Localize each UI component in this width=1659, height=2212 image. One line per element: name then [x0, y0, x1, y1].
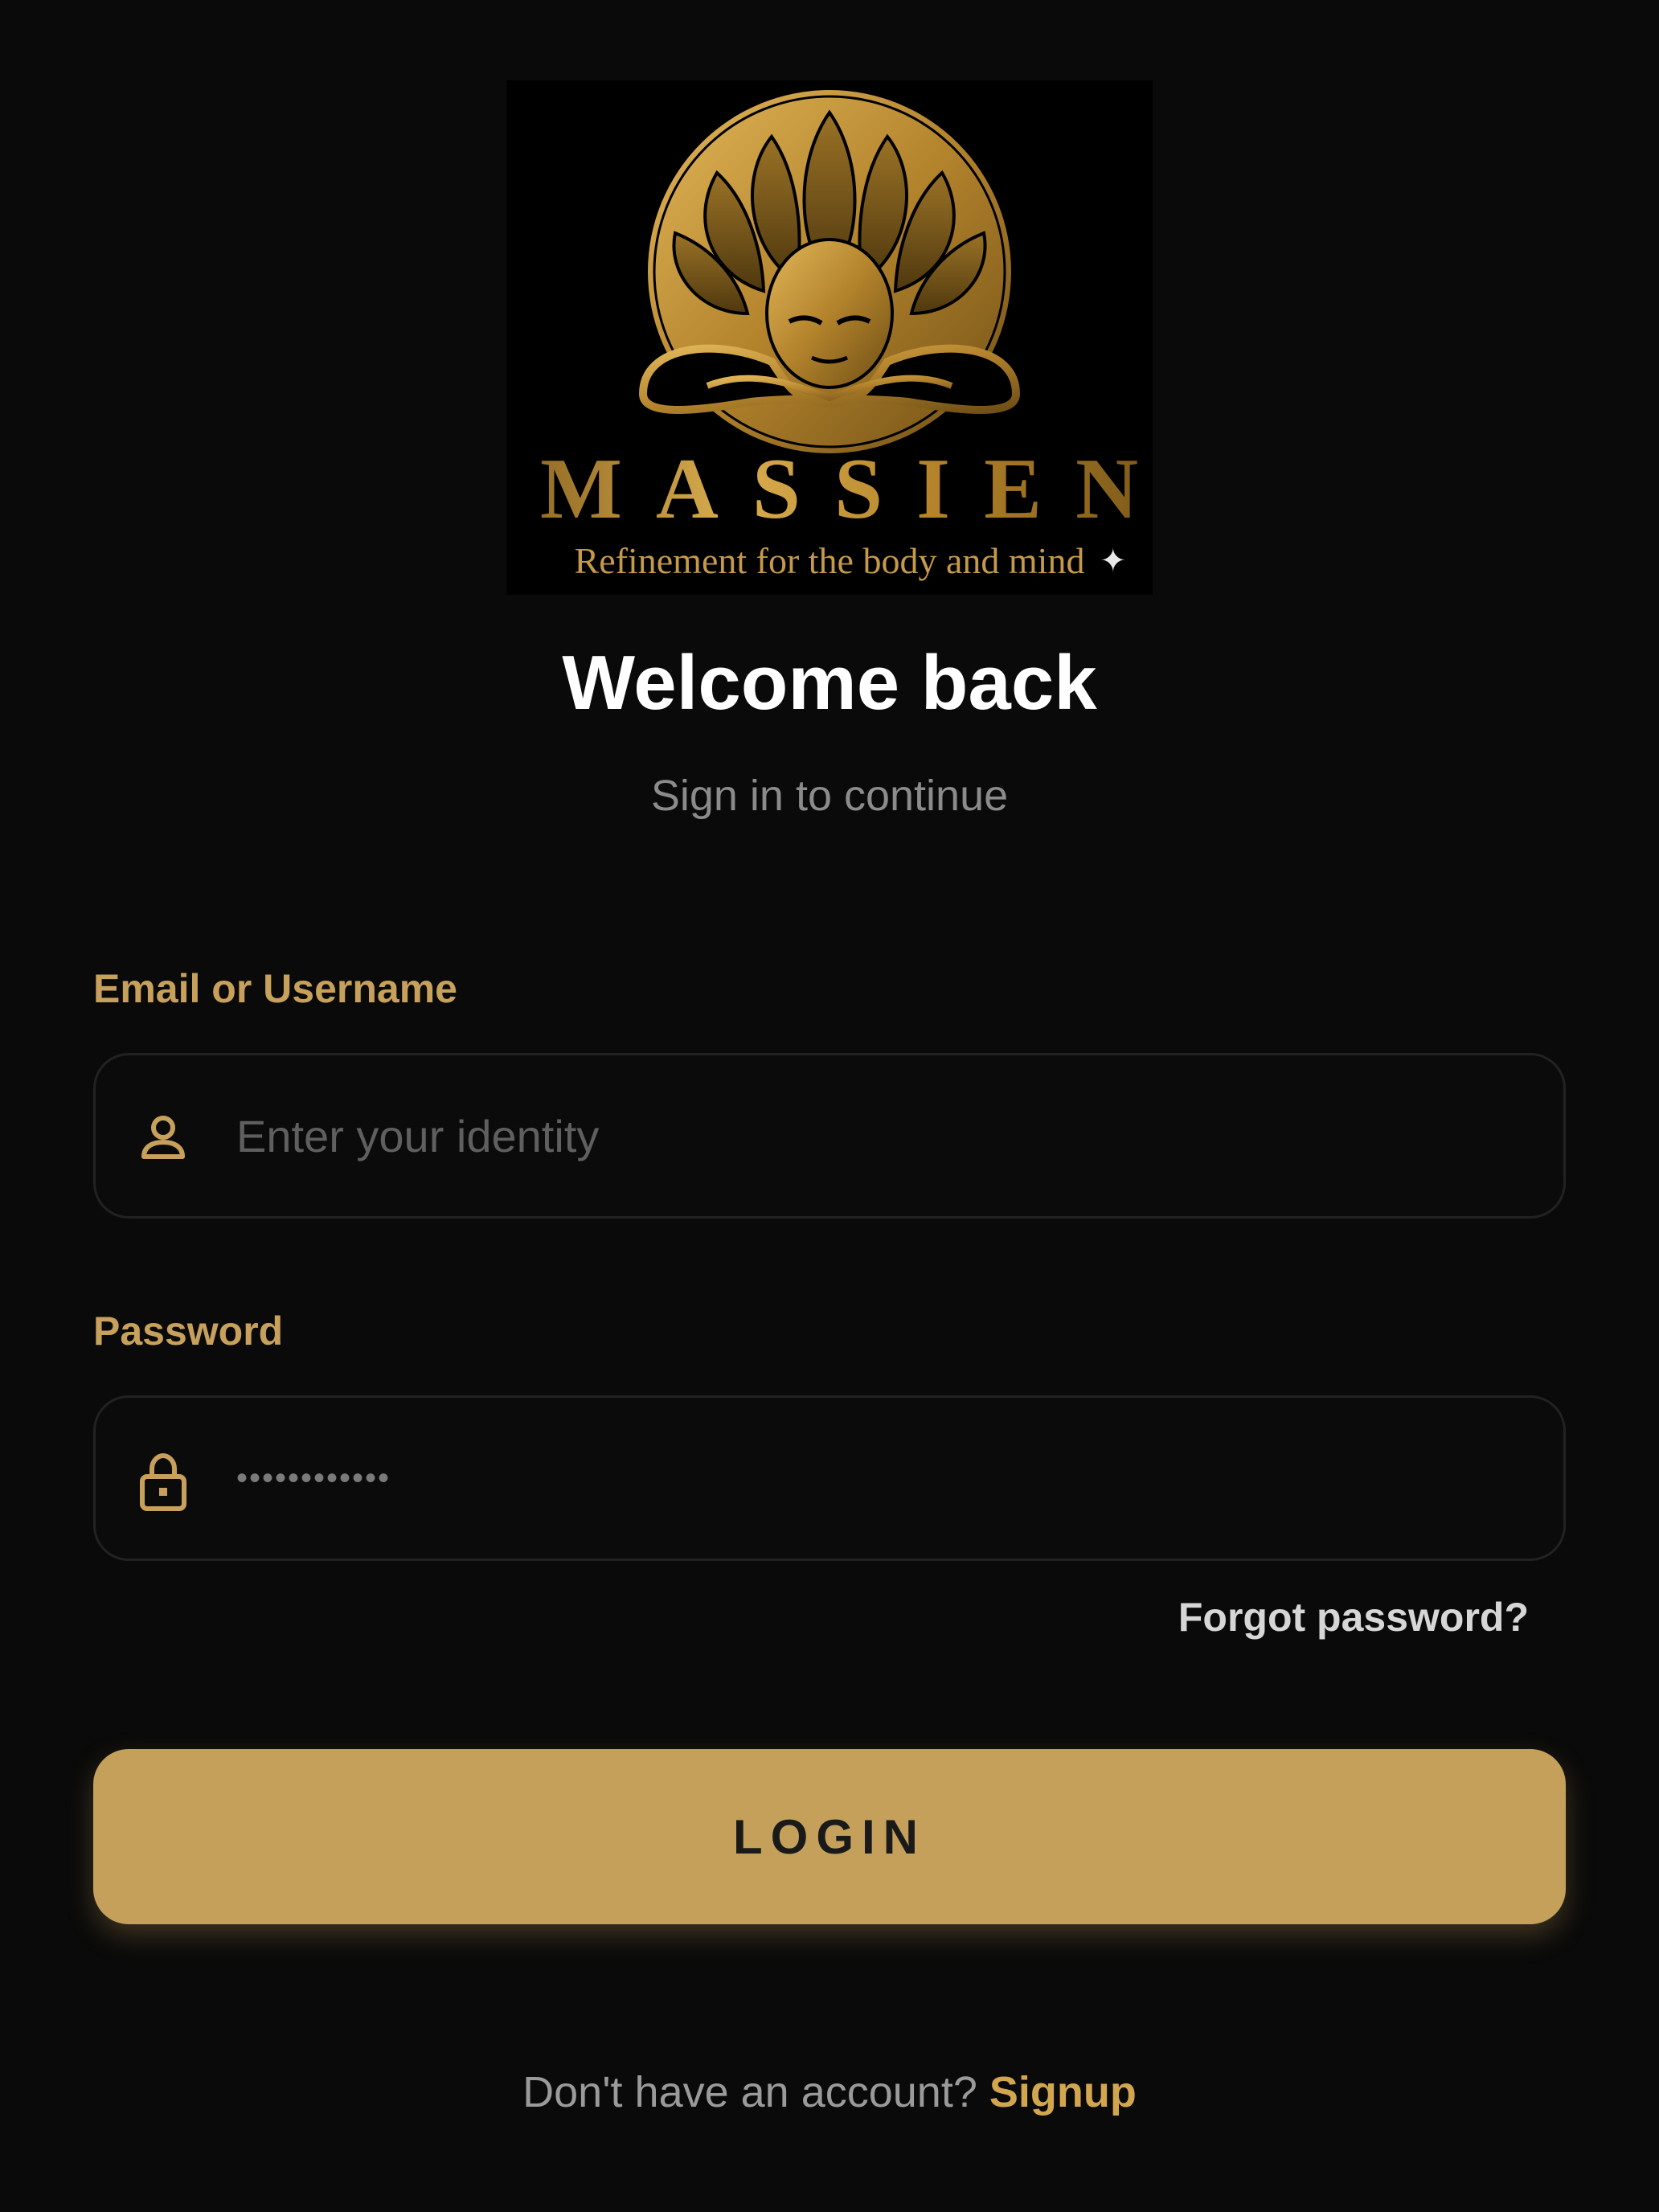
sparkle-icon: ✦	[1100, 543, 1127, 579]
password-label: Password	[93, 1309, 284, 1354]
signup-prompt-text: Don't have an account?	[522, 2068, 989, 2116]
password-input[interactable]	[236, 1398, 1522, 1559]
email-label: Email or Username	[93, 966, 457, 1011]
email-input[interactable]	[236, 1055, 1522, 1216]
login-button[interactable]: LOGIN	[93, 1749, 1566, 1924]
brand-tagline: Refinement for the body and mind	[574, 540, 1085, 581]
brand-logo: MASSIEN Refinement for the body and mind…	[506, 80, 1153, 595]
brand-name: MASSIEN	[506, 446, 1153, 533]
signup-prompt: Don't have an account? Signup	[0, 2064, 1659, 2120]
password-field-container	[93, 1395, 1566, 1561]
lock-icon	[140, 1452, 186, 1511]
signup-link[interactable]: Signup	[989, 2068, 1137, 2116]
login-screen: MASSIEN Refinement for the body and mind…	[0, 0, 1659, 2212]
email-field-container	[93, 1053, 1566, 1219]
forgot-password-link[interactable]: Forgot password?	[1178, 1593, 1529, 1641]
page-title: Welcome back	[562, 640, 1097, 726]
user-icon	[141, 1116, 185, 1159]
page-subtitle: Sign in to continue	[650, 772, 1009, 820]
